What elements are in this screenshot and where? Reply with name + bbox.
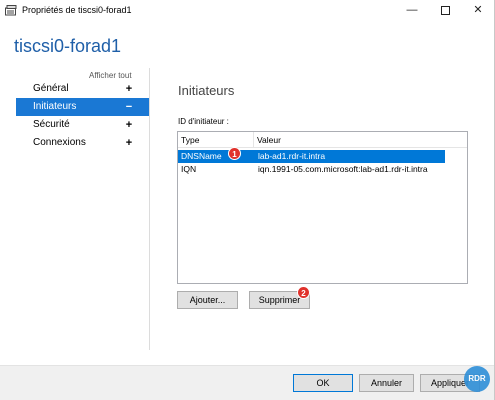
sidebar-item-label: Initiateurs [33, 101, 77, 112]
window-title: Propriétés de tiscsi0-forad1 [22, 5, 132, 15]
watermark-logo: RDR [464, 366, 490, 392]
expand-icon[interactable]: + [124, 80, 134, 98]
cell-type: DNSName [181, 151, 222, 161]
list-item[interactable]: IQN iqn.1991-05.com.microsoft:lab-ad1.rd… [178, 163, 467, 176]
sidebar-item-security[interactable]: Sécurité + [16, 116, 149, 134]
sidebar-item-general[interactable]: Général + [16, 80, 149, 98]
sidebar-item-label: Général [33, 83, 69, 94]
sidebar-item-initiators[interactable]: Initiateurs − [16, 98, 149, 116]
step-badge-1: 1 [228, 147, 241, 160]
initiator-list[interactable]: Type Valeur DNSName lab-ad1.rdr-it.intra… [177, 131, 468, 284]
cell-type: IQN [181, 164, 197, 174]
sidebar-nav: Général + Initiateurs − Sécurité + Conne… [16, 80, 149, 152]
column-header-value[interactable]: Valeur [254, 132, 444, 148]
section-title: Initiateurs [178, 83, 235, 98]
sidebar-divider [149, 68, 150, 350]
step-badge-2: 2 [297, 286, 310, 299]
list-header: Type Valeur [178, 132, 467, 148]
sidebar-item-label: Sécurité [33, 119, 70, 130]
close-button[interactable]: ✕ [462, 0, 494, 22]
expand-icon[interactable]: + [124, 116, 134, 134]
ok-button[interactable]: OK [293, 374, 353, 392]
collapse-icon[interactable]: − [124, 98, 134, 116]
cell-value: lab-ad1.rdr-it.intra [258, 151, 326, 161]
cancel-button[interactable]: Annuler [359, 374, 414, 392]
cell-value: iqn.1991-05.com.microsoft:lab-ad1.rdr-it… [258, 164, 428, 174]
column-header-type[interactable]: Type [178, 132, 254, 148]
close-icon: ✕ [473, 4, 483, 16]
maximize-button[interactable] [429, 0, 461, 22]
title-bar: Propriétés de tiscsi0-forad1 — ✕ [0, 0, 495, 22]
expand-icon[interactable]: + [124, 134, 134, 152]
sidebar-item-connections[interactable]: Connexions + [16, 134, 149, 152]
add-button[interactable]: Ajouter... [177, 291, 238, 309]
maximize-icon [440, 6, 450, 15]
minimize-icon: — [406, 4, 418, 16]
sidebar-item-label: Connexions [33, 137, 86, 148]
initiator-id-label: ID d'initiateur : [178, 117, 229, 126]
list-item[interactable]: DNSName lab-ad1.rdr-it.intra [178, 150, 467, 163]
show-all-link[interactable]: Afficher tout [89, 71, 132, 80]
page-title: tiscsi0-forad1 [14, 36, 122, 56]
iscsi-target-icon [5, 5, 17, 16]
minimize-button[interactable]: — [396, 0, 428, 22]
